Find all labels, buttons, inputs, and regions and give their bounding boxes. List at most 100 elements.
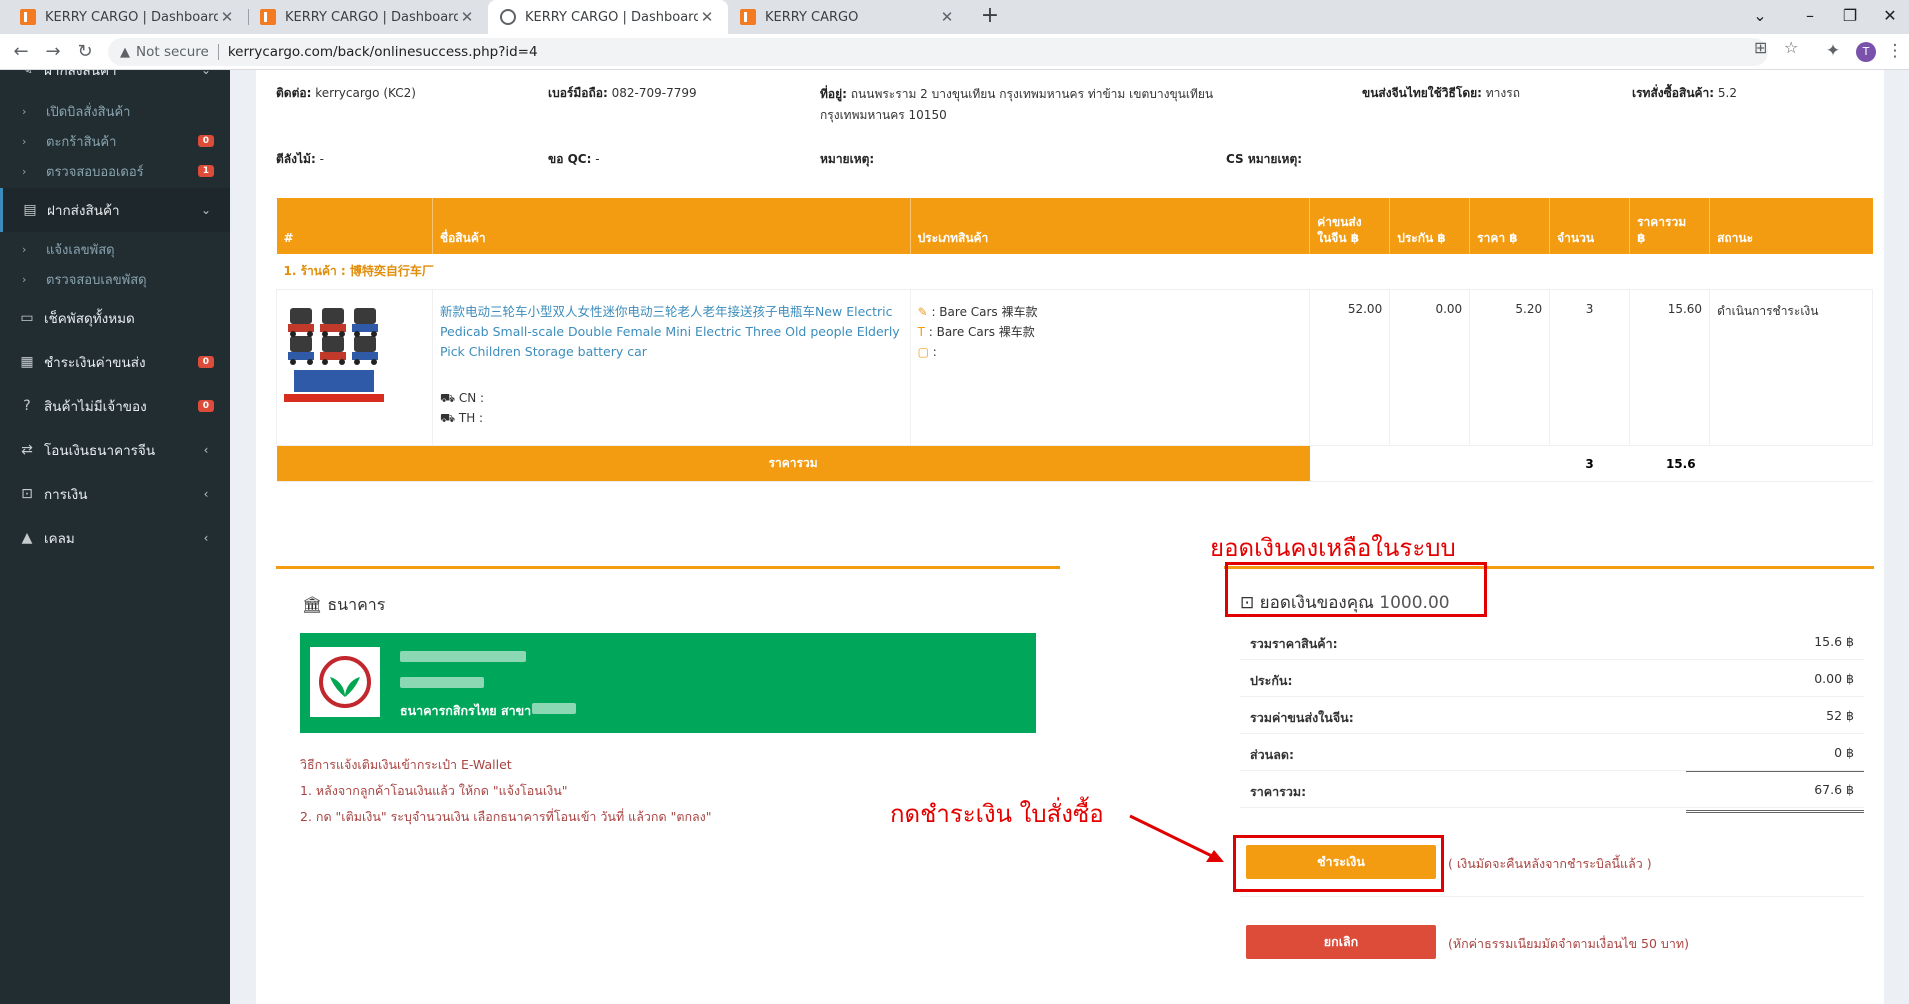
pay-note: ( เงินมัดจะคืนหลังจากชำระบิลนี้แล้ว ) [1448,856,1652,871]
summary-value: 15.6 ฿ [1814,634,1854,649]
sidebar-subitem-check-order[interactable]: › ตรวจสอบออเดอร์ 1 [0,156,230,186]
close-icon[interactable]: ✕ [458,8,476,26]
minimize-icon[interactable]: – [1800,6,1820,25]
translate-icon[interactable]: ⊞ [1754,38,1767,57]
browser-tab-3-active[interactable]: KERRY CARGO | Dashboard ✕ [488,0,728,34]
reload-icon[interactable]: ↻ [74,41,96,62]
sidebar-item-pay-shipping[interactable]: ▦ ชำระเงินค่าขนส่ง 0 [0,340,230,384]
sidebar-item-unowned[interactable]: ? สินค้าไม่มีเจ้าของ 0 [0,384,230,428]
bank-heading: 🏛 ธนาคาร [302,593,385,618]
qc-info: ขอ QC: - [548,150,600,169]
warning-icon: ▲ [120,44,130,60]
close-icon[interactable]: ✕ [698,8,716,26]
bank-account-card: ธนาคารกสิกรไทย สาขา [300,633,1036,733]
sidebar-item-label: ตะกร้าสินค้า [46,134,117,150]
text-icon: T [917,325,925,339]
cancel-button[interactable]: ยกเลิก [1246,925,1436,959]
col-status: สถานะ [1709,198,1873,254]
chevron-right-icon: › [22,242,27,256]
summary-value: 0.00 ฿ [1814,671,1854,686]
summary-value: 0 ฿ [1834,745,1854,760]
back-icon[interactable]: ← [10,41,32,62]
blurred-branch [532,703,576,714]
bank-heading-text: ธนาคาร [327,595,386,614]
col-total: ราคารวม ฿ [1629,198,1710,254]
tracking-th: TH : [458,411,484,425]
star-icon[interactable]: ☆ [1784,38,1798,57]
sidebar-item-claim[interactable]: ▲ เคลม ‹ [0,516,230,560]
order-panel: ติดต่อ: kerrycargo (KC2) เบอร์มือถือ: 08… [256,70,1884,1004]
blurred-account-number [400,677,484,688]
total-sum: 15.6 [1629,445,1710,482]
quantity-value: 3 [1549,289,1631,446]
url-input[interactable]: ▲ Not secure kerrycargo.com/back/onlines… [108,38,1768,66]
total-empty [1309,445,1390,482]
mobile-info: เบอร์มือถือ: 082-709-7799 [548,84,697,103]
sidebar-subitem-open-bill[interactable]: › เปิดบิลสั่งสินค้า [0,96,230,126]
question-circle-icon: ? [23,398,31,414]
address-line-1: ถนนพระราม 2 บางขุนเทียน กรุงเทพมหานคร ท่… [850,87,1214,101]
chevron-left-icon: ‹ [203,487,209,501]
crate-value: - [319,152,324,166]
close-icon[interactable]: ✕ [938,8,956,26]
omnibox-divider [217,44,219,60]
sidebar-item-label: เคลม [44,531,75,547]
truck-icon: ⛟ [439,411,456,425]
forward-icon[interactable]: → [42,41,64,62]
restore-icon[interactable]: ❐ [1840,6,1860,25]
tab-title: KERRY CARGO | Dashboard [525,9,698,25]
chevron-right-icon: › [22,272,27,286]
brush-icon: ✎ [917,305,928,319]
table-row: 新款电动三轮车小型双人女性迷你电动三轮老人老年接送孩子电瓶车New Electr… [276,289,1873,446]
order-items-table: # ชื่อสินค้า ประเภทสินค้า ค่าขนส่ง ในจีน… [276,198,1873,482]
bank-building-icon: 🏛 [302,595,323,614]
tracking-cn: CN : [458,391,485,405]
contact-value: kerrycargo (KC2) [315,86,416,100]
sidebar-subitem-notify-tracking[interactable]: › แจ้งเลขพัสดุ [0,234,230,264]
browser-tab-1[interactable]: KERRY CARGO | Dashboard ✕ [8,0,248,34]
shipping-china-value: 52.00 [1309,289,1391,446]
close-window-icon[interactable]: ✕ [1880,6,1900,25]
sidebar-item-transfer-china[interactable]: ⇄ โอนเงินธนาคารจีน ‹ [0,428,230,472]
annotation-pay-text: กดชำระเงิน ใบสั่งซื้อ [890,800,1104,828]
summary-row-insurance: ประกัน: 0.00 ฿ [1240,660,1864,697]
sidebar-subitem-check-tracking[interactable]: › ตรวจสอบเลขพัสดุ [0,264,230,294]
browser-tab-4[interactable]: KERRY CARGO ✕ [728,0,968,34]
not-secure-label: Not secure [136,44,209,60]
menu-kebab-icon[interactable]: ⋮ [1884,41,1906,61]
bank-name: ธนาคารกสิกรไทย สาขา [400,701,531,721]
contact-info: ติดต่อ: kerrycargo (KC2) [276,84,416,103]
summary-row-shipping: รวมค่าขนส่งในจีน: 52 ฿ [1240,697,1864,734]
col-shipping-china: ค่าขนส่ง ในจีน ฿ [1309,198,1390,254]
sidebar-subitem-cart[interactable]: › ตะกร้าสินค้า 0 [0,126,230,156]
sidebar-item-label: เปิดบิลสั่งสินค้า [46,104,131,120]
product-name-link[interactable]: 新款电动三轮车小型双人女性迷你电动三轮老人老年接送孩子电瓶车New Electr… [440,302,903,362]
count-badge: 0 [197,400,214,412]
close-icon[interactable]: ✕ [218,8,236,26]
address-bar: ← → ↻ ▲ Not secure kerrycargo.com/back/o… [0,34,1909,70]
total-value: 15.60 [1629,289,1711,446]
shipping-label: ขนส่งจีนไทยใช้วิธีโดย: [1362,86,1482,100]
wallet-step-2: 2. กด "เติมเงิน" ระบุจำนวนเงิน เลือกธนาค… [300,809,712,824]
profile-avatar[interactable]: T [1856,42,1876,62]
extensions-icon[interactable]: ✦ [1822,41,1844,61]
qc-value: - [595,152,600,166]
sidebar-item-label: เช็คพัสดุทั้งหมด [44,311,135,327]
exchange-icon: ⇄ [21,442,33,458]
tab-search-icon[interactable]: ⌄ [1750,6,1770,25]
sidebar-item-check-parcels[interactable]: ▭ เช็คพัสดุทั้งหมด [0,296,230,340]
browser-tab-2[interactable]: KERRY CARGO | Dashboard ✕ [248,0,488,34]
new-tab-button[interactable]: + [976,3,1004,28]
sidebar-item-label: ตรวจสอบเลขพัสดุ [46,272,147,288]
col-product-type: ประเภทสินค้า [909,198,1310,254]
shop-row: 1. ร้านค้า : 博特奕自行车厂 [276,254,1873,290]
sidebar-item-ship[interactable]: ▤ ฝากส่งสินค้า ⌄ [0,188,230,232]
address-line-2: กรุงเทพมหานคร 10150 [820,108,947,122]
sidebar-item-label: ตรวจสอบออเดอร์ [46,164,144,180]
summary-value: 67.6 ฿ [1814,782,1854,797]
cancel-note: (หักค่าธรรมเนียมมัดจำตามเงื่อนไข 50 บาท) [1448,936,1690,951]
product-image[interactable] [284,300,384,404]
sidebar-item-order[interactable]: ✎ ฝากสั่งสินค้า ⌄ [0,70,230,80]
sidebar-item-finance[interactable]: ⊡ การเงิน ‹ [0,472,230,516]
sidebar-item-label: แจ้งเลขพัสดุ [46,242,115,258]
